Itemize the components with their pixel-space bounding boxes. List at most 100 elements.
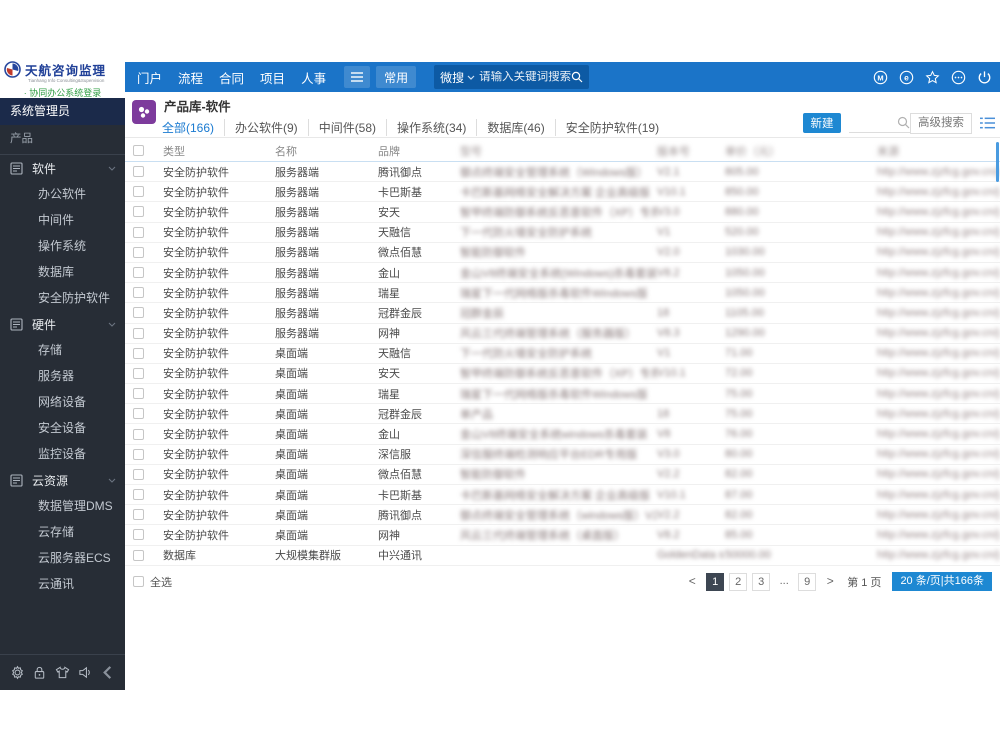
nav-item-1[interactable]: 门户 xyxy=(137,68,162,87)
select-all[interactable]: 全选 xyxy=(133,574,172,590)
row-checkbox[interactable] xyxy=(133,509,144,521)
table-row[interactable]: 安全防护软件 服务器端 卡巴斯基 卡巴斯基网络安全解决方案 企业高级版（KESBV10… xyxy=(125,182,1000,203)
chevron-down-icon[interactable] xyxy=(467,75,475,80)
row-checkbox[interactable] xyxy=(133,186,144,198)
table-row[interactable]: 安全防护软件 桌面端 安天 智甲终端防御系统反恶意软件（XP）专用版 V10.1 72.0… xyxy=(125,364,1000,385)
table-row[interactable]: 安全防护软件 桌面端 冠群金辰 单产品 18 75.00 http://www.zjzfcg… xyxy=(125,404,1000,425)
row-checkbox[interactable] xyxy=(133,388,144,400)
table-row[interactable]: 安全防护软件 服务器端 金山 金山V8终端安全系统(Windows)杀毒套装 V8.2 1… xyxy=(125,263,1000,284)
sidebar-item-安全设备[interactable]: 安全设备 xyxy=(0,415,125,441)
tab-1[interactable]: 全部(166) xyxy=(162,119,224,136)
advanced-search-button[interactable]: 高级搜索 xyxy=(910,112,972,134)
sidebar-item-监控设备[interactable]: 监控设备 xyxy=(0,441,125,467)
sidebar-group-云资源[interactable]: 云资源 xyxy=(0,467,125,493)
row-checkbox[interactable] xyxy=(133,448,144,460)
sidebar-item-存储[interactable]: 存储 xyxy=(0,337,125,363)
row-checkbox[interactable] xyxy=(133,549,144,561)
row-checkbox[interactable] xyxy=(133,428,144,440)
row-checkbox[interactable] xyxy=(133,307,144,319)
favorite-star-icon[interactable] xyxy=(925,69,940,85)
tab-5[interactable]: 数据库(46) xyxy=(476,118,554,136)
page-button-1[interactable]: 1 xyxy=(706,572,725,591)
row-checkbox[interactable] xyxy=(133,489,144,501)
row-checkbox[interactable] xyxy=(133,468,144,480)
sidebar-item-操作系统[interactable]: 操作系统 xyxy=(0,233,125,259)
scrollbar[interactable] xyxy=(996,142,999,182)
wesearch-label[interactable]: 微搜 xyxy=(440,69,464,86)
table-row[interactable]: 安全防护软件 桌面端 微点佰慧 智能防御软件 V2.2 82.00 http://www.z… xyxy=(125,465,1000,485)
apps-menu-button[interactable] xyxy=(344,66,371,88)
row-checkbox[interactable] xyxy=(133,206,144,218)
table-row[interactable]: 安全防护软件 服务器端 腾讯御点 御点终端安全管理系统（Windows版） V2.1 80… xyxy=(125,162,1000,183)
table-row[interactable]: 安全防护软件 服务器端 冠群金辰 冠群金辰 18 1105.00 http://www.zj… xyxy=(125,303,1000,324)
select-all-checkbox[interactable] xyxy=(133,576,144,587)
page-jump-label[interactable]: 第 1 页 xyxy=(847,574,881,590)
common-tab[interactable]: 常用 xyxy=(376,66,417,88)
table-row[interactable]: 安全防护软件 桌面端 卡巴斯基 卡巴斯基网络安全解决方案 企业高级版（KESB-高V1… xyxy=(125,485,1000,506)
sidebar-item-安全防护软件[interactable]: 安全防护软件 xyxy=(0,285,125,311)
page-button-2[interactable]: 2 xyxy=(729,572,748,591)
new-button[interactable]: 新建 xyxy=(803,113,841,133)
table-row[interactable]: 安全防护软件 服务器端 瑞星 瑞星下一代网络版杀毒软件Windows版 1050.00 h… xyxy=(125,283,1000,304)
search-input[interactable] xyxy=(479,71,572,83)
sidebar-item-云服务器ECS[interactable]: 云服务器ECS xyxy=(0,545,125,571)
gear-icon[interactable] xyxy=(10,665,25,680)
table-row[interactable]: 安全防护软件 桌面端 瑞星 瑞星下一代网络版杀毒软件Windows版 75.00 http… xyxy=(125,384,1000,405)
theme-shirt-icon[interactable] xyxy=(55,665,70,680)
sidebar-item-数据库[interactable]: 数据库 xyxy=(0,259,125,285)
table-search-input[interactable] xyxy=(849,116,897,129)
nav-item-5[interactable]: 人事 xyxy=(301,68,326,87)
table-row[interactable]: 安全防护软件 桌面端 天融信 下一代防火墙安全防护系统 V1 71.00 http://ww… xyxy=(125,344,1000,364)
row-checkbox[interactable] xyxy=(133,287,144,299)
tab-4[interactable]: 操作系统(34) xyxy=(386,118,476,136)
e-badge-icon[interactable]: e xyxy=(899,70,914,85)
nav-item-2[interactable]: 流程 xyxy=(178,68,203,87)
sidebar-item-数据管理DMS[interactable]: 数据管理DMS xyxy=(0,493,125,519)
sidebar-item-网络设备[interactable]: 网络设备 xyxy=(0,389,125,415)
header-checkbox[interactable] xyxy=(133,145,144,156)
sidebar-item-云通讯[interactable]: 云通讯 xyxy=(0,571,125,597)
table-row[interactable]: 数据库 大规模集群版 中兴通讯 GoldenData s...50000.00 http… xyxy=(125,546,1000,566)
page-button-3[interactable]: 3 xyxy=(752,572,771,591)
prev-page-button[interactable]: < xyxy=(683,572,702,591)
row-checkbox[interactable] xyxy=(133,347,144,359)
sidebar-item-云存储[interactable]: 云存储 xyxy=(0,519,125,545)
lock-icon[interactable] xyxy=(32,665,47,680)
tab-2[interactable]: 办公软件(9) xyxy=(224,118,308,136)
sidebar-item-中间件[interactable]: 中间件 xyxy=(0,207,125,233)
tab-6[interactable]: 安全防护软件(19) xyxy=(554,118,669,136)
table-row[interactable]: 安全防护软件 服务器端 微点佰慧 智能防御软件 V2.0 1030.00 http://ww… xyxy=(125,243,1000,263)
sidebar-item-办公软件[interactable]: 办公软件 xyxy=(0,181,125,207)
row-checkbox[interactable] xyxy=(133,226,144,238)
search-icon[interactable] xyxy=(571,71,583,83)
row-checkbox[interactable] xyxy=(133,408,144,420)
next-page-button[interactable]: > xyxy=(821,572,840,591)
row-checkbox[interactable] xyxy=(133,166,144,178)
row-checkbox[interactable] xyxy=(133,246,144,258)
more-options-icon[interactable] xyxy=(951,70,966,85)
table-row[interactable]: 安全防护软件 桌面端 深信服 深信服终端检测响应平台EDR专用版 V3.0 80.00 ht… xyxy=(125,445,1000,465)
sidebar-item-服务器[interactable]: 服务器 xyxy=(0,363,125,389)
table-row[interactable]: 安全防护软件 服务器端 天融信 下一代防火墙安全防护系统 V1 520.00 http://… xyxy=(125,223,1000,243)
table-row[interactable]: 安全防护软件 桌面端 网神 风云三代终端管理系统（桌面版） V8.2 85.00 http:… xyxy=(125,525,1000,546)
row-checkbox[interactable] xyxy=(133,327,144,339)
tab-3[interactable]: 中间件(58) xyxy=(307,118,386,136)
table-row[interactable]: 安全防护软件 桌面端 腾讯御点 御点终端安全管理系统（windows版）V2.1 V2.… xyxy=(125,505,1000,526)
row-checkbox[interactable] xyxy=(133,529,144,541)
sidebar-group-硬件[interactable]: 硬件 xyxy=(0,311,125,337)
table-row[interactable]: 安全防护软件 服务器端 网神 风云三代终端管理系统（服务器版） V8.3 1290.00 h… xyxy=(125,324,1000,344)
nav-item-3[interactable]: 合同 xyxy=(219,68,244,87)
row-checkbox[interactable] xyxy=(133,367,144,379)
table-row[interactable]: 安全防护软件 桌面端 金山 金山V8终端安全系统windows杀毒套装 V8 76.00 h… xyxy=(125,424,1000,445)
m-badge-icon[interactable]: M xyxy=(873,70,888,85)
volume-icon[interactable] xyxy=(78,665,93,680)
sidebar-group-软件[interactable]: 软件 xyxy=(0,155,125,181)
power-logout-icon[interactable] xyxy=(977,70,992,85)
row-checkbox[interactable] xyxy=(133,267,144,279)
view-switch-icon[interactable] xyxy=(980,116,995,130)
collapse-arrow-icon[interactable] xyxy=(100,665,115,680)
nav-item-4[interactable]: 项目 xyxy=(260,68,285,87)
table-search-icon[interactable] xyxy=(897,116,910,129)
page-button-9[interactable]: 9 xyxy=(798,572,817,591)
table-row[interactable]: 安全防护软件 服务器端 安天 智甲终端防御系统反恶意软件（XP）专用版 V3.0 880.… xyxy=(125,202,1000,223)
